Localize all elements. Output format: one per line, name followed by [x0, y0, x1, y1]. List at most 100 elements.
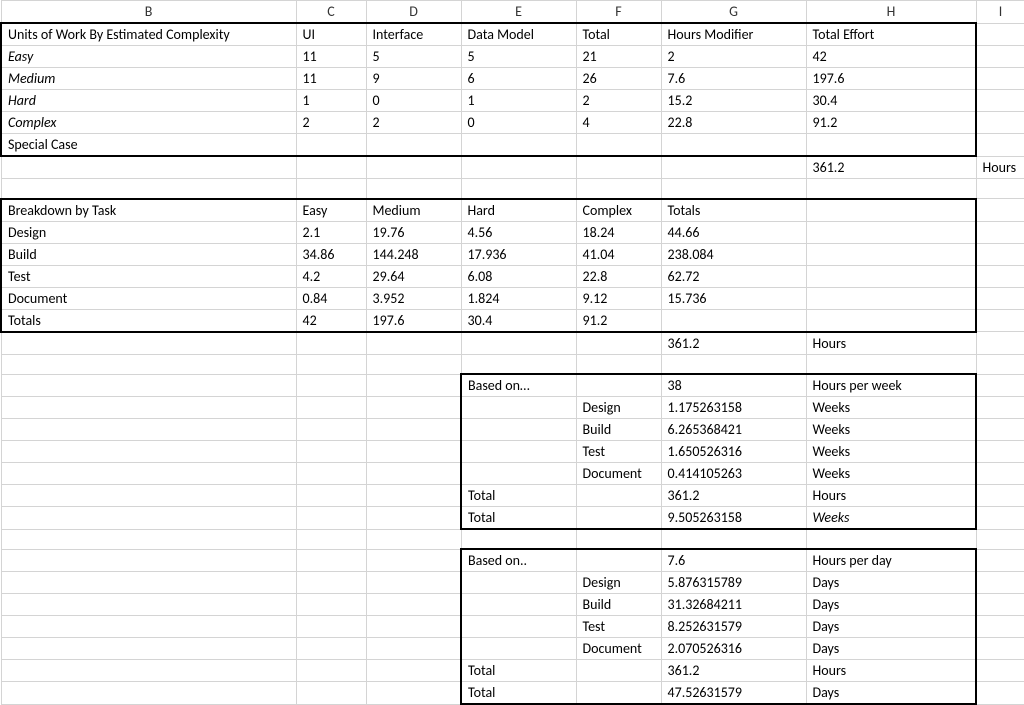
col-header[interactable]: G	[661, 1, 806, 24]
row-label[interactable]: Special Case	[1, 134, 296, 157]
cell[interactable]: 91.2	[576, 309, 661, 332]
cell[interactable]	[296, 332, 366, 355]
cell[interactable]	[976, 594, 1024, 616]
cell[interactable]: 4	[576, 112, 661, 134]
cell[interactable]: Hours Modifier	[661, 23, 806, 46]
cell[interactable]	[1, 441, 296, 463]
cell[interactable]	[806, 529, 976, 549]
cell[interactable]: 5.876315789	[661, 572, 806, 594]
cell[interactable]: 3.952	[366, 287, 461, 309]
cell[interactable]	[806, 265, 976, 287]
cell[interactable]	[576, 179, 661, 199]
cell[interactable]: 1	[296, 90, 366, 112]
cell[interactable]	[976, 374, 1024, 397]
cell[interactable]	[976, 90, 1024, 112]
cell[interactable]	[296, 134, 366, 157]
cell[interactable]: 1.650526316	[661, 441, 806, 463]
cell[interactable]: 361.2	[661, 485, 806, 507]
cell[interactable]	[976, 46, 1024, 68]
row-label[interactable]: Test	[576, 441, 661, 463]
cell[interactable]	[806, 134, 976, 157]
section2-title[interactable]: Breakdown by Task	[1, 199, 296, 222]
cell[interactable]	[296, 156, 366, 179]
cell[interactable]: 361.2	[661, 660, 806, 682]
cell[interactable]: Total	[576, 23, 661, 46]
col-header[interactable]: B	[1, 1, 296, 24]
cell[interactable]: 2	[366, 112, 461, 134]
cell[interactable]	[366, 594, 461, 616]
cell[interactable]: 11	[296, 46, 366, 68]
cell[interactable]	[1, 374, 296, 397]
cell[interactable]	[366, 419, 461, 441]
cell[interactable]: Hours	[806, 485, 976, 507]
weeks-qty[interactable]: 38	[661, 374, 806, 397]
cell[interactable]: 4.56	[461, 221, 576, 243]
cell[interactable]	[296, 616, 366, 638]
row-label[interactable]: Build	[1, 243, 296, 265]
cell[interactable]: 0	[461, 112, 576, 134]
cell[interactable]	[461, 616, 576, 638]
cell[interactable]	[366, 397, 461, 419]
days-based-on[interactable]: Based on..	[461, 549, 576, 572]
row-label[interactable]: Design	[576, 397, 661, 419]
cell[interactable]	[576, 660, 661, 682]
cell[interactable]: Medium	[366, 199, 461, 222]
cell[interactable]	[366, 354, 461, 374]
cell[interactable]	[1, 594, 296, 616]
cell[interactable]: Interface	[366, 23, 461, 46]
cell[interactable]	[976, 112, 1024, 134]
row-label[interactable]: Build	[576, 594, 661, 616]
cell[interactable]	[661, 179, 806, 199]
cell[interactable]	[366, 485, 461, 507]
cell[interactable]	[296, 463, 366, 485]
cell[interactable]	[661, 156, 806, 179]
cell[interactable]: 5	[461, 46, 576, 68]
cell[interactable]: 4.2	[296, 265, 366, 287]
cell[interactable]	[976, 221, 1024, 243]
cell[interactable]	[1, 572, 296, 594]
cell[interactable]	[296, 374, 366, 397]
col-header[interactable]: H	[806, 1, 976, 24]
cell[interactable]	[976, 419, 1024, 441]
cell[interactable]	[461, 179, 576, 199]
cell[interactable]	[296, 549, 366, 572]
cell[interactable]	[806, 243, 976, 265]
cell[interactable]	[366, 507, 461, 530]
section1-title[interactable]: Units of Work By Estimated Complexity	[1, 23, 296, 46]
cell[interactable]	[976, 549, 1024, 572]
cell[interactable]	[976, 309, 1024, 332]
cell[interactable]	[296, 179, 366, 199]
cell[interactable]	[1, 507, 296, 530]
cell[interactable]	[1, 638, 296, 660]
cell[interactable]: Weeks	[806, 507, 976, 530]
row-label[interactable]: Test	[576, 616, 661, 638]
cell[interactable]	[1, 463, 296, 485]
cell[interactable]: 2	[661, 46, 806, 68]
cell[interactable]	[366, 156, 461, 179]
cell[interactable]: Days	[806, 594, 976, 616]
spreadsheet[interactable]: B C D E F G H I Units of Work By Estimat…	[0, 0, 1024, 705]
cell[interactable]: 19.76	[366, 221, 461, 243]
cell[interactable]: Hours	[806, 660, 976, 682]
cell[interactable]	[296, 397, 366, 419]
days-qty[interactable]: 7.6	[661, 549, 806, 572]
cell[interactable]: 2.1	[296, 221, 366, 243]
cell[interactable]	[976, 529, 1024, 549]
cell[interactable]	[976, 354, 1024, 374]
cell[interactable]: 21	[576, 46, 661, 68]
cell[interactable]: 7.6	[661, 68, 806, 90]
col-header[interactable]: C	[296, 1, 366, 24]
cell[interactable]	[1, 549, 296, 572]
cell[interactable]	[296, 441, 366, 463]
cell[interactable]	[461, 397, 576, 419]
cell[interactable]: 42	[806, 46, 976, 68]
cell[interactable]	[976, 507, 1024, 530]
cell[interactable]: 0	[366, 90, 461, 112]
row-label[interactable]: Document	[1, 287, 296, 309]
cell[interactable]: 9.12	[576, 287, 661, 309]
cell[interactable]	[461, 156, 576, 179]
cell[interactable]: 2	[576, 90, 661, 112]
cell[interactable]	[296, 529, 366, 549]
days-unit[interactable]: Hours per day	[806, 549, 976, 572]
cell[interactable]: 6.265368421	[661, 419, 806, 441]
